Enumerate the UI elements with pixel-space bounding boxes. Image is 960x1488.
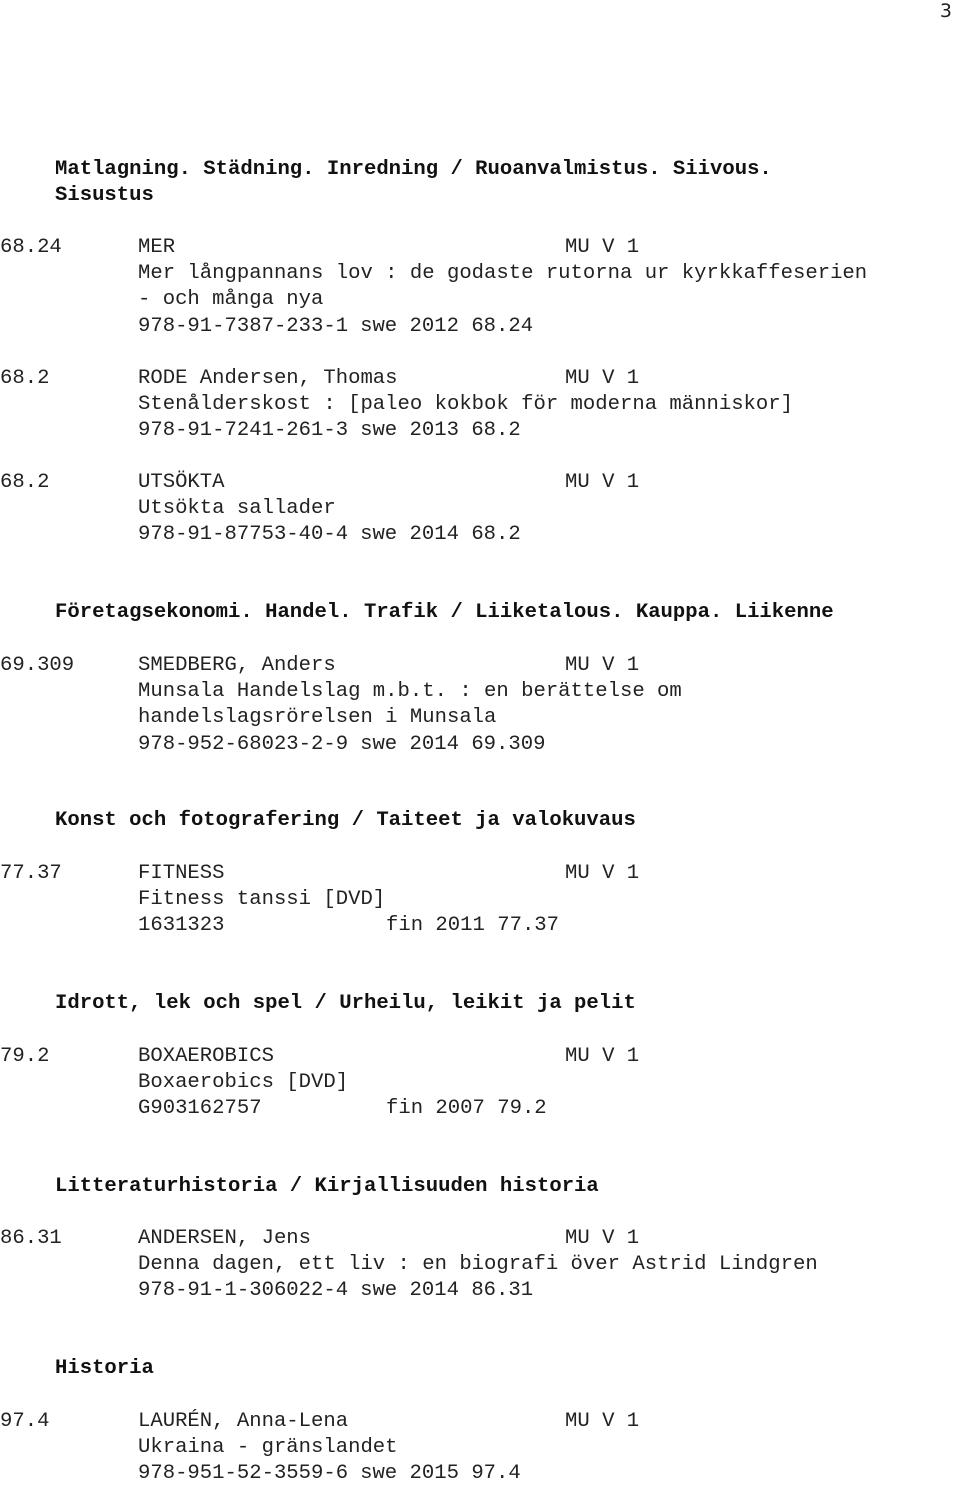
identifier: 978-91-1-306022-4 bbox=[138, 1279, 349, 1303]
section-heading: Matlagning. Städning. Inredning / Ruoanv… bbox=[55, 158, 772, 208]
section-heading: Idrott, lek och spel / Urheilu, leikit j… bbox=[55, 992, 636, 1015]
location-code: MU V 1 bbox=[565, 367, 640, 390]
entry-details: UTSÖKTA Utsökta sallader 978-91-87753-40-4… bbox=[138, 470, 521, 549]
section-heading: Konst och fotografering / Taiteet ja val… bbox=[55, 809, 636, 832]
classification-number: 86.31 bbox=[0, 1227, 62, 1250]
entry-details: BOXAEROBICS Boxaerobics [DVD] G903162757 fi… bbox=[138, 1044, 547, 1123]
entry-details: ANDERSEN, Jens Denna dagen, ett liv : en … bbox=[138, 1226, 818, 1305]
identifier: 1631323 bbox=[138, 914, 225, 938]
language-year-class: swe 2014 68.2 bbox=[360, 523, 521, 547]
main-entry: FITNESS bbox=[138, 862, 225, 885]
language-year-class: swe 2013 68.2 bbox=[360, 419, 521, 443]
location-code: MU V 1 bbox=[565, 236, 640, 259]
section-heading: Litteraturhistoria / Kirjallisuuden hist… bbox=[55, 1175, 599, 1198]
entry-details: FITNESS Fitness tanssi [DVD] 1631323 fin 20… bbox=[138, 861, 559, 940]
title-line: Fitness tanssi [DVD] bbox=[138, 888, 386, 912]
main-entry: UTSÖKTA bbox=[138, 471, 225, 494]
classification-number: 68.24 bbox=[0, 236, 62, 259]
entry-details: RODE Andersen, Thomas Stenålderskost : [p… bbox=[138, 366, 793, 445]
publication-line: 978-91-7387-233-1 swe 2012 68.24 bbox=[138, 314, 867, 340]
location-code: MU V 1 bbox=[565, 862, 640, 885]
main-entry: ANDERSEN, Jens bbox=[138, 1227, 312, 1250]
location-code: MU V 1 bbox=[565, 1227, 640, 1250]
classification-number: 68.2 bbox=[0, 471, 50, 494]
title-line: Mer långpannans lov : de godaste rutorna… bbox=[138, 262, 868, 286]
publication-line: 978-91-87753-40-4 swe 2014 68.2 bbox=[138, 522, 521, 548]
publication-line: 978-951-52-3559-6 swe 2015 97.4 bbox=[138, 1461, 521, 1487]
identifier: G903162757 bbox=[138, 1097, 262, 1121]
classification-number: 68.2 bbox=[0, 367, 50, 390]
title-line: Ukraina - gränslandet bbox=[138, 1436, 398, 1460]
publication-line: 978-91-1-306022-4 swe 2014 86.31 bbox=[138, 1278, 818, 1304]
title-line: Denna dagen, ett liv : en biografi över … bbox=[138, 1253, 818, 1277]
page-number: 3 bbox=[939, 0, 952, 22]
publication-line: 978-952-68023-2-9 swe 2014 69.309 bbox=[138, 732, 682, 758]
language-year-class: swe 2012 68.24 bbox=[360, 314, 534, 338]
title-line: - och många nya bbox=[138, 288, 324, 312]
language-year-class: fin 2007 79.2 bbox=[386, 1097, 547, 1121]
identifier: 978-91-7387-233-1 bbox=[138, 314, 349, 338]
classification-number: 79.2 bbox=[0, 1045, 50, 1068]
entry-details: MER Mer långpannans lov : de godaste ruto… bbox=[138, 235, 867, 340]
location-code: MU V 1 bbox=[565, 1045, 640, 1068]
publication-line: 978-91-7241-261-3 swe 2013 68.2 bbox=[138, 418, 793, 444]
section-heading: Historia bbox=[55, 1357, 154, 1380]
publication-line: 1631323 fin 2011 77.37 bbox=[138, 913, 559, 939]
section-heading: Företagsekonomi. Handel. Trafik / Liiket… bbox=[55, 601, 834, 624]
main-entry: BOXAEROBICS bbox=[138, 1045, 274, 1068]
identifier: 978-952-68023-2-9 bbox=[138, 732, 349, 756]
classification-number: 97.4 bbox=[0, 1410, 50, 1433]
title-line: Boxaerobics [DVD] bbox=[138, 1071, 349, 1095]
main-entry: RODE Andersen, Thomas bbox=[138, 367, 398, 390]
title-line: handelslagsrörelsen i Munsala bbox=[138, 706, 497, 730]
classification-number: 69.309 bbox=[0, 654, 75, 677]
title-line: Stenålderskost : [paleo kokbok för moder… bbox=[138, 393, 793, 417]
language-year-class: swe 2014 86.31 bbox=[360, 1279, 534, 1303]
title-line: Utsökta sallader bbox=[138, 497, 336, 521]
identifier: 978-951-52-3559-6 bbox=[138, 1462, 349, 1486]
main-entry: MER bbox=[138, 236, 176, 259]
publication-line: G903162757 fin 2007 79.2 bbox=[138, 1096, 547, 1122]
identifier: 978-91-87753-40-4 bbox=[138, 523, 349, 547]
classification-number: 77.37 bbox=[0, 862, 62, 885]
location-code: MU V 1 bbox=[565, 1410, 640, 1433]
title-line: Munsala Handelslag m.b.t. : en berättels… bbox=[138, 680, 682, 704]
language-year-class: fin 2011 77.37 bbox=[386, 914, 560, 938]
identifier: 978-91-7241-261-3 bbox=[138, 419, 349, 443]
location-code: MU V 1 bbox=[565, 654, 640, 677]
main-entry: LAURÉN, Anna-Lena bbox=[138, 1410, 349, 1433]
location-code: MU V 1 bbox=[565, 471, 640, 494]
entry-details: LAURÉN, Anna-Lena Ukraina - gränslandet 97… bbox=[138, 1409, 521, 1488]
language-year-class: swe 2014 69.309 bbox=[360, 732, 546, 756]
